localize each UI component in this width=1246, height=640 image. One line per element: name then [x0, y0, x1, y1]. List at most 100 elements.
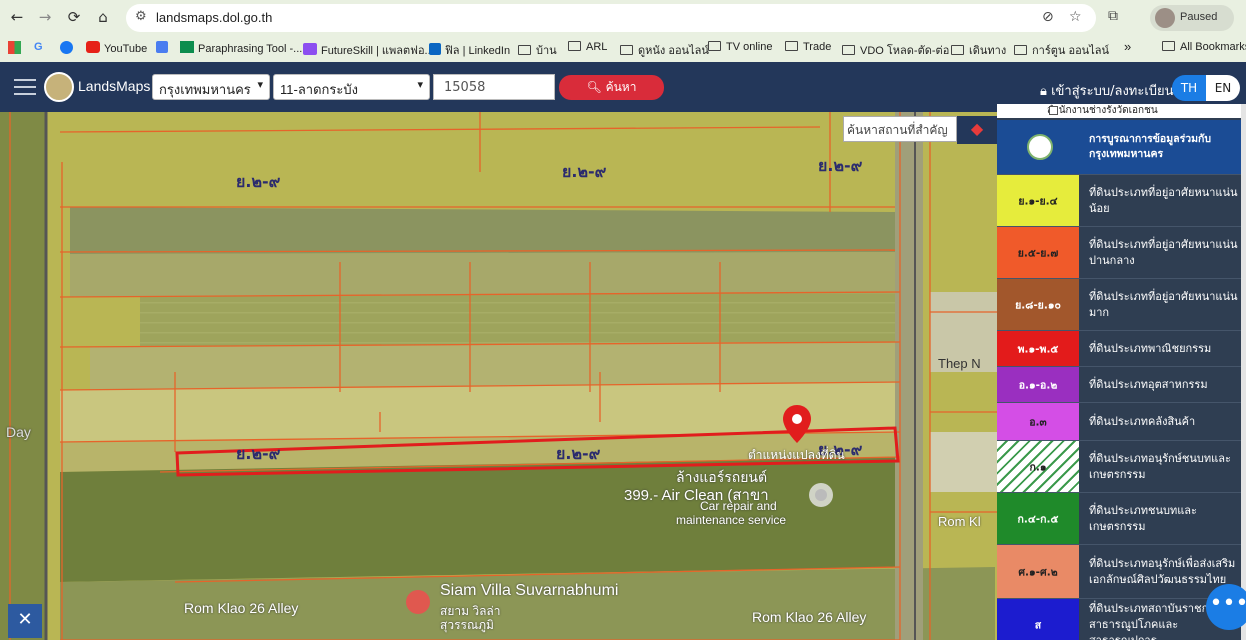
zone-label: ย.๒-๙	[236, 444, 281, 463]
legend-swatch: ศ.๑-ศ.๒	[997, 545, 1079, 598]
profile-button[interactable]: Paused	[1150, 5, 1234, 31]
place-search-input[interactable]: ค้นหาสถานที่สำคัญ	[843, 116, 957, 142]
legend-code: ก.๑	[1029, 461, 1047, 473]
apps-icon[interactable]	[8, 41, 25, 56]
bookmark-folder-trade[interactable]: Trade	[785, 41, 831, 53]
legend-row: ก.๑ ที่ดินประเภทอนุรักษ์ชนบทและเกษตรกรรม	[997, 440, 1241, 492]
more-bookmarks-icon[interactable]: »	[1124, 39, 1131, 54]
tools-icon[interactable]: ✕	[8, 604, 42, 638]
zone-label: ย.๒-๙	[556, 444, 601, 463]
reload-icon[interactable]: ⟳	[63, 6, 85, 28]
legend-code: อ.๑-อ.๒	[1018, 379, 1058, 391]
poi-label: Car repair and	[700, 499, 777, 513]
bookmark-folder-cartoon[interactable]: การ์ตูน ออนไลน์	[1014, 41, 1109, 59]
parcel-number-input[interactable]: 15058	[433, 74, 555, 100]
bookmarks-bar: G YouTube Paraphrasing Tool -... FutureS…	[0, 36, 1246, 62]
road-label: Rom Klao 26 Alley	[184, 600, 299, 616]
home-icon[interactable]: ⌂	[92, 6, 114, 28]
legend-swatch: ย.๑-ย.๔	[997, 175, 1079, 226]
legend-code: ย.๘-ย.๑๐	[1015, 299, 1061, 311]
youtube-icon	[86, 41, 100, 53]
province-select[interactable]: กรุงเทพมหานคร ▾	[152, 74, 270, 100]
legend-code: ย.๑-ย.๔	[1018, 195, 1058, 207]
star-icon[interactable]: ☆	[1069, 9, 1082, 25]
avatar	[1155, 8, 1175, 28]
legend-code: ก.๔-ก.๕	[1017, 513, 1059, 525]
profile-status: Paused	[1180, 11, 1218, 23]
legend-row: สที่ดินประเภทสถาบันราชการ สาธารณูปโภคและ…	[997, 598, 1241, 640]
zone-label: ย.๒-๙	[562, 162, 607, 181]
lang-th-button[interactable]: TH	[1172, 75, 1206, 101]
chat-button[interactable]: •••	[1206, 584, 1246, 630]
bookmark-folder-home[interactable]: บ้าน	[518, 41, 557, 59]
legend-header: การบูรณาการข้อมูลร่วมกับ กรุงเทพมหานคร	[997, 120, 1241, 174]
legend-row: อ.๑-อ.๒ ที่ดินประเภทอุตสาหกรรม	[997, 366, 1241, 402]
eye-off-icon[interactable]: ⊘	[1042, 9, 1054, 25]
legend-description: ที่ดินประเภทคลังสินค้า	[1089, 414, 1196, 428]
poi-label: maintenance service	[676, 513, 787, 527]
url-text: landsmaps.dol.go.th	[156, 10, 273, 25]
legend-description: ที่ดินประเภทชนบทและเกษตรกรรม	[1089, 503, 1197, 533]
menu-icon[interactable]	[14, 79, 36, 95]
legend-row: ย.๘-ย.๑๐ ที่ดินประเภทที่อยู่อาศัยหนาแน่นม…	[997, 278, 1241, 330]
building-label: Thep N	[938, 356, 981, 371]
private-surveyor-checkbox[interactable]: สำนักงานช่างรังวัดเอกชน	[997, 104, 1241, 118]
bookmark-linkedin[interactable]: ฟิล | LinkedIn	[429, 41, 510, 59]
site-info-icon[interactable]: ⚙	[135, 9, 147, 24]
lang-en-button[interactable]: EN	[1206, 75, 1240, 101]
translate-icon[interactable]	[156, 41, 172, 55]
bookmark-youtube[interactable]: YouTube	[86, 41, 147, 55]
bookmark-folder-travel[interactable]: เดินทาง	[951, 41, 1006, 59]
poi-label: สุวรรณภูมิ	[440, 618, 494, 632]
google-icon[interactable]: G	[34, 41, 43, 53]
legend-panel: สำนักงานช่างรังวัดเอกชน การบูรณาการข้อมู…	[997, 104, 1241, 640]
bookmark-folder-vdo[interactable]: VDO โหลด-ตัด-ต่อ	[842, 41, 949, 59]
legend-row: ศ.๑-ศ.๒ ที่ดินประเภทอนุรักษ์เพื่อส่งเสริม…	[997, 544, 1241, 598]
lock-icon: 🔒︎	[1040, 84, 1047, 99]
layers-icon[interactable]: ◆	[957, 116, 997, 144]
chevron-down-icon: ▾	[257, 79, 263, 91]
legend-description: ที่ดินประเภทอนุรักษ์ชนบทและเกษตรกรรม	[1089, 451, 1231, 481]
legend-row: อ.๓ ที่ดินประเภทคลังสินค้า	[997, 402, 1241, 440]
search-button[interactable]: 🔍︎ ค้นหา	[559, 75, 664, 100]
legend-row: ย.๑-ย.๔ ที่ดินประเภทที่อยู่อาศัยหนาแน่นน้…	[997, 174, 1241, 226]
scrollbar[interactable]	[1241, 104, 1246, 640]
facebook-icon[interactable]	[60, 41, 77, 56]
bma-seal-icon	[1027, 134, 1053, 160]
map-canvas[interactable]: ย.๒-๙ ย.๒-๙ ย.๒-๙ ย.๒-๙ ย.๒-๙ ย.๒-๙ ตำแห…	[0, 112, 997, 640]
login-link[interactable]: 🔒︎ เข้าสู่ระบบ/ลงทะเบียน	[1040, 80, 1174, 101]
zone-label: ย.๒-๙	[818, 156, 863, 175]
legend-row: ก.๔-ก.๕ ที่ดินประเภทชนบทและเกษตรกรรม	[997, 492, 1241, 544]
legend-code: พ.๑-พ.๕	[1017, 343, 1059, 355]
search-icon: 🔍︎	[586, 80, 602, 94]
address-bar[interactable]: ⚙ landsmaps.dol.go.th ⊘ ☆	[126, 4, 1096, 32]
all-bookmarks[interactable]: All Bookmarks	[1162, 41, 1246, 53]
district-select[interactable]: 11-ลาดกระบัง ▾	[273, 74, 430, 100]
forward-icon[interactable]: →	[34, 6, 56, 28]
legend-swatch: ส	[997, 599, 1079, 640]
legend-code: ส	[1034, 619, 1042, 631]
legend-description: ที่ดินประเภทพาณิชยกรรม	[1089, 341, 1212, 355]
zone-label: ย.๒-๙	[236, 172, 281, 191]
checkbox[interactable]	[1049, 106, 1058, 115]
bookmark-folder-arl[interactable]: ARL	[568, 41, 607, 53]
place-label: Day	[6, 424, 31, 440]
brand-name: LandsMaps	[78, 78, 151, 94]
legend-row: ย.๕-ย.๗ ที่ดินประเภทที่อยู่อาศัยหนาแน่นปา…	[997, 226, 1241, 278]
bookmark-paraphrasing[interactable]: Paraphrasing Tool -...	[180, 41, 302, 55]
legend-code: ศ.๑-ศ.๒	[1018, 566, 1058, 578]
legend-description: ที่ดินประเภทที่อยู่อาศัยหนาแน่นปานกลาง	[1089, 237, 1238, 267]
legend-description: ที่ดินประเภทที่อยู่อาศัยหนาแน่นมาก	[1089, 289, 1238, 319]
bookmark-folder-movies[interactable]: ดูหนัง ออนไลน์	[620, 41, 709, 59]
back-icon[interactable]: ←	[6, 6, 28, 28]
bookmark-folder-tv[interactable]: TV online	[708, 41, 772, 53]
bookmark-futureskill[interactable]: FutureSkill | แพลตฟอ...	[303, 41, 434, 59]
map-layer	[0, 112, 997, 640]
legend-swatch: ย.๕-ย.๗	[997, 227, 1079, 278]
extensions-icon[interactable]: ⧉	[1108, 8, 1128, 28]
legend-swatch: พ.๑-พ.๕	[997, 331, 1079, 366]
legend-description: ที่ดินประเภทอนุรักษ์เพื่อส่งเสริมเอกลักษ…	[1089, 556, 1236, 586]
legend-swatch: อ.๑-อ.๒	[997, 367, 1079, 402]
legend-swatch: ก.๑	[997, 441, 1079, 492]
road-label: Rom Kl	[938, 514, 981, 529]
